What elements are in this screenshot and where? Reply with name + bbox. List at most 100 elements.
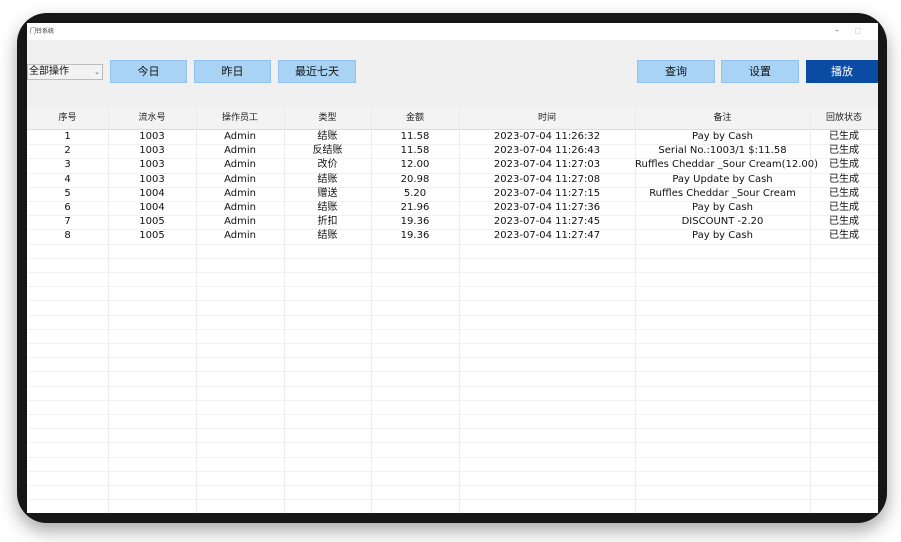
table-cell-seq[interactable]: 3 xyxy=(27,158,108,172)
table-cell-seq[interactable]: 5 xyxy=(27,187,108,201)
grid-line xyxy=(27,386,878,387)
query-button[interactable]: 查询 xyxy=(637,60,715,83)
toolbar: 全部操作 ⌄ 今日 昨日 最近七天 查询 设置 播放 xyxy=(27,40,878,107)
table-cell-operator[interactable]: Admin xyxy=(196,187,284,201)
table-cell-seq[interactable]: 6 xyxy=(27,201,108,215)
table-cell-playback-status[interactable]: 已生成 xyxy=(810,144,878,158)
title-bar: 门铃系统 – □ xyxy=(27,23,878,40)
table-cell-playback-status[interactable]: 已生成 xyxy=(810,215,878,229)
column-header-remark[interactable]: 备注 xyxy=(635,107,810,129)
chevron-down-icon: ⌄ xyxy=(94,68,100,76)
operation-filter-value: 全部操作 xyxy=(29,66,69,77)
grid-line xyxy=(27,343,878,344)
grid-line xyxy=(27,244,878,245)
table-cell-seq[interactable]: 1 xyxy=(27,130,108,144)
column-header-seq[interactable]: 序号 xyxy=(27,107,108,129)
today-button[interactable]: 今日 xyxy=(110,60,187,83)
table-cell-amount[interactable]: 19.36 xyxy=(371,229,459,243)
table-cell-remark[interactable]: Pay by Cash xyxy=(635,229,810,243)
table-cell-amount[interactable]: 11.58 xyxy=(371,144,459,158)
table-cell-amount[interactable]: 12.00 xyxy=(371,158,459,172)
grid-line xyxy=(27,457,878,458)
app-title: 门铃系统 xyxy=(30,28,55,35)
table-cell-seq[interactable]: 8 xyxy=(27,229,108,243)
table-cell-type[interactable]: 赠送 xyxy=(284,187,371,201)
table-cell-serial[interactable]: 1003 xyxy=(108,158,196,172)
table-cell-amount[interactable]: 21.96 xyxy=(371,201,459,215)
table-cell-amount[interactable]: 11.58 xyxy=(371,130,459,144)
table-cell-serial[interactable]: 1004 xyxy=(108,187,196,201)
table-cell-remark[interactable]: Pay Update by Cash xyxy=(635,173,810,187)
minimize-button[interactable]: – xyxy=(830,25,844,37)
table-cell-playback-status[interactable]: 已生成 xyxy=(810,187,878,201)
grid-line xyxy=(27,414,878,415)
table-cell-time[interactable]: 2023-07-04 11:27:36 xyxy=(459,201,635,215)
column-header-type[interactable]: 类型 xyxy=(284,107,371,129)
table-cell-time[interactable]: 2023-07-04 11:27:45 xyxy=(459,215,635,229)
grid-line xyxy=(27,329,878,330)
column-header-playback-status[interactable]: 回放状态 xyxy=(810,107,878,129)
grid-line xyxy=(27,471,878,472)
table-cell-operator[interactable]: Admin xyxy=(196,215,284,229)
table-cell-time[interactable]: 2023-07-04 11:27:47 xyxy=(459,229,635,243)
table-cell-serial[interactable]: 1005 xyxy=(108,229,196,243)
table-cell-playback-status[interactable]: 已生成 xyxy=(810,130,878,144)
table-cell-serial[interactable]: 1003 xyxy=(108,173,196,187)
table-cell-remark[interactable]: Ruffles Cheddar _Sour Cream xyxy=(635,187,810,201)
table-cell-playback-status[interactable]: 已生成 xyxy=(810,201,878,215)
table-cell-type[interactable]: 结账 xyxy=(284,130,371,144)
table-cell-remark[interactable]: Pay by Cash xyxy=(635,130,810,144)
table-cell-playback-status[interactable]: 已生成 xyxy=(810,229,878,243)
grid-line xyxy=(27,485,878,486)
grid-line xyxy=(27,300,878,301)
yesterday-button[interactable]: 昨日 xyxy=(194,60,271,83)
column-header-amount[interactable]: 金额 xyxy=(371,107,459,129)
grid-line xyxy=(27,442,878,443)
table-cell-type[interactable]: 结账 xyxy=(284,201,371,215)
table-cell-operator[interactable]: Admin xyxy=(196,173,284,187)
table-cell-remark[interactable]: Serial No.:1003/1 $:11.58 xyxy=(635,144,810,158)
table-cell-remark[interactable]: Ruffles Cheddar _Sour Cream(12.00) xyxy=(635,158,818,172)
operation-filter-select[interactable]: 全部操作 ⌄ xyxy=(27,64,103,80)
grid-line xyxy=(27,357,878,358)
table-cell-seq[interactable]: 7 xyxy=(27,215,108,229)
table-cell-seq[interactable]: 4 xyxy=(27,173,108,187)
table-cell-time[interactable]: 2023-07-04 11:27:15 xyxy=(459,187,635,201)
table-cell-amount[interactable]: 20.98 xyxy=(371,173,459,187)
table-cell-seq[interactable]: 2 xyxy=(27,144,108,158)
table-cell-playback-status[interactable]: 已生成 xyxy=(810,158,878,172)
table-cell-type[interactable]: 改价 xyxy=(284,158,371,172)
column-header-serial[interactable]: 流水号 xyxy=(108,107,196,129)
table-cell-operator[interactable]: Admin xyxy=(196,130,284,144)
settings-button[interactable]: 设置 xyxy=(721,60,799,83)
table-cell-type[interactable]: 结账 xyxy=(284,173,371,187)
table-cell-serial[interactable]: 1003 xyxy=(108,144,196,158)
table-cell-serial[interactable]: 1005 xyxy=(108,215,196,229)
play-button[interactable]: 播放 xyxy=(806,60,878,83)
table-cell-type[interactable]: 结账 xyxy=(284,229,371,243)
table-cell-time[interactable]: 2023-07-04 11:26:32 xyxy=(459,130,635,144)
operations-table: 序号 流水号 操作员工 类型 金额 时间 备注 回放状态 1 1003 Admin 结账 11.58 2… xyxy=(27,107,878,513)
table-cell-remark[interactable]: DISCOUNT -2.20 xyxy=(635,215,810,229)
table-cell-operator[interactable]: Admin xyxy=(196,201,284,215)
table-cell-remark[interactable]: Pay by Cash xyxy=(635,201,810,215)
table-cell-time[interactable]: 2023-07-04 11:26:43 xyxy=(459,144,635,158)
table-cell-operator[interactable]: Admin xyxy=(196,158,284,172)
app-window: 门铃系统 – □ 全部操作 ⌄ 今日 昨日 最近七天 查询 设置 播放 序号 流水… xyxy=(27,23,878,513)
table-cell-type[interactable]: 折扣 xyxy=(284,215,371,229)
column-header-operator[interactable]: 操作员工 xyxy=(196,107,284,129)
grid-line xyxy=(27,428,878,429)
table-cell-serial[interactable]: 1003 xyxy=(108,130,196,144)
table-cell-type[interactable]: 反结账 xyxy=(284,144,371,158)
table-cell-amount[interactable]: 5.20 xyxy=(371,187,459,201)
table-cell-time[interactable]: 2023-07-04 11:27:08 xyxy=(459,173,635,187)
table-cell-operator[interactable]: Admin xyxy=(196,229,284,243)
table-cell-amount[interactable]: 19.36 xyxy=(371,215,459,229)
last-seven-days-button[interactable]: 最近七天 xyxy=(278,60,356,83)
maximize-button[interactable]: □ xyxy=(851,25,865,37)
table-cell-time[interactable]: 2023-07-04 11:27:03 xyxy=(459,158,635,172)
column-header-time[interactable]: 时间 xyxy=(459,107,635,129)
table-cell-serial[interactable]: 1004 xyxy=(108,201,196,215)
table-cell-operator[interactable]: Admin xyxy=(196,144,284,158)
table-cell-playback-status[interactable]: 已生成 xyxy=(810,173,878,187)
